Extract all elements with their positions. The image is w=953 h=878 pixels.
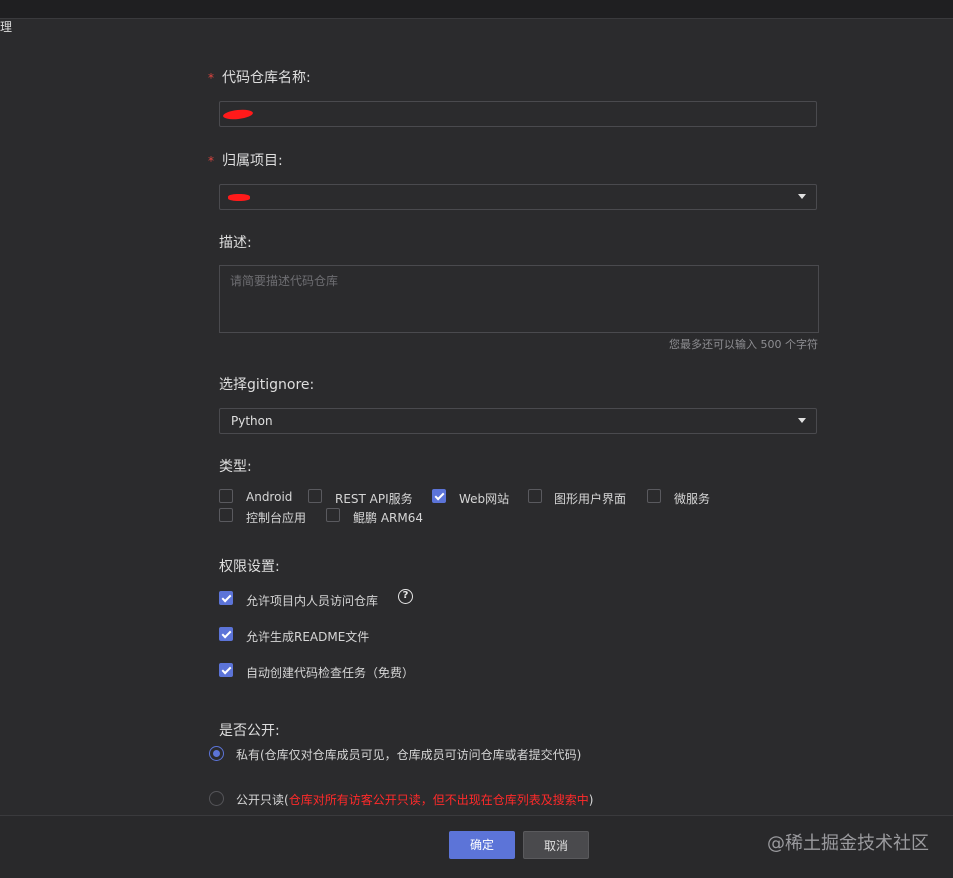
perm-project-access-label: 允许项目内人员访问仓库 <box>246 594 379 608</box>
visibility-public-radio[interactable] <box>209 791 224 806</box>
description-textarea[interactable] <box>219 265 819 333</box>
type-web-checkbox[interactable] <box>432 489 446 503</box>
visibility-public-label: 公开只读(仓库对所有访客公开只读，但不出现在仓库列表及搜索中) <box>236 791 593 808</box>
type-rest-api-label: REST API服务 <box>335 492 413 506</box>
perm-readme-label: 允许生成README文件 <box>246 630 370 644</box>
description-label: 描述: <box>219 235 252 251</box>
visibility-private-label: 私有(仓库仅对仓库成员可见，仓库成员可访问仓库或者提交代码) <box>236 748 582 762</box>
chevron-down-icon <box>798 194 806 199</box>
char-counter: 您最多还可以输入 500 个字符 <box>669 338 818 351</box>
redacted-mark <box>222 108 254 121</box>
gitignore-label: 选择gitignore: <box>219 377 315 393</box>
cancel-button[interactable]: 取消 <box>523 831 589 859</box>
repo-name-input[interactable] <box>219 101 817 127</box>
create-repo-form: * 代码仓库名称: * 归属项目: 描述: 您最多还可以输入 500 个字符 选择g… <box>0 0 953 815</box>
type-android-label: Android <box>246 490 293 504</box>
type-gui-checkbox[interactable] <box>528 489 542 503</box>
confirm-button[interactable]: 确定 <box>449 831 515 859</box>
repo-name-label: * 代码仓库名称: <box>208 67 311 87</box>
type-microservice-label: 微服务 <box>674 492 711 506</box>
type-gui-label: 图形用户界面 <box>554 492 627 506</box>
perm-code-check-checkbox[interactable] <box>219 663 233 677</box>
question-circle-icon[interactable]: ? <box>398 589 413 604</box>
visibility-label: 是否公开: <box>219 723 280 739</box>
repo-name-label-text: 代码仓库名称: <box>222 70 311 86</box>
required-mark: * <box>208 71 214 85</box>
project-select[interactable] <box>219 184 817 210</box>
watermark: @稀土掘金技术社区 <box>767 833 929 854</box>
type-console-checkbox[interactable] <box>219 508 233 522</box>
type-kunpeng-label: 鲲鹏 ARM64 <box>353 511 423 525</box>
public-label-suffix: ) <box>588 793 594 807</box>
project-label-text: 归属项目: <box>222 153 283 169</box>
public-label-prefix: 公开只读( <box>236 793 289 807</box>
type-rest-api-checkbox[interactable] <box>308 489 322 503</box>
type-label: 类型: <box>219 459 252 475</box>
perm-readme-checkbox[interactable] <box>219 627 233 641</box>
type-kunpeng-checkbox[interactable] <box>326 508 340 522</box>
required-mark: * <box>208 154 214 168</box>
type-web-label: Web网站 <box>459 492 510 506</box>
type-console-label: 控制台应用 <box>246 511 307 525</box>
gitignore-select[interactable]: Python <box>219 408 817 434</box>
chevron-down-icon <box>798 418 806 423</box>
perm-project-access-checkbox[interactable] <box>219 591 233 605</box>
type-android-checkbox[interactable] <box>219 489 233 503</box>
type-microservice-checkbox[interactable] <box>647 489 661 503</box>
visibility-private-radio[interactable] <box>209 746 224 761</box>
project-label: * 归属项目: <box>208 150 283 170</box>
gitignore-value: Python <box>231 414 273 428</box>
perm-code-check-label: 自动创建代码检查任务（免费） <box>246 666 415 680</box>
public-label-warning: 仓库对所有访客公开只读，但不出现在仓库列表及搜索中 <box>288 793 589 807</box>
permissions-label: 权限设置: <box>219 559 280 575</box>
dialog-footer: 确定 取消 @稀土掘金技术社区 <box>0 815 953 878</box>
redacted-mark <box>228 194 250 201</box>
